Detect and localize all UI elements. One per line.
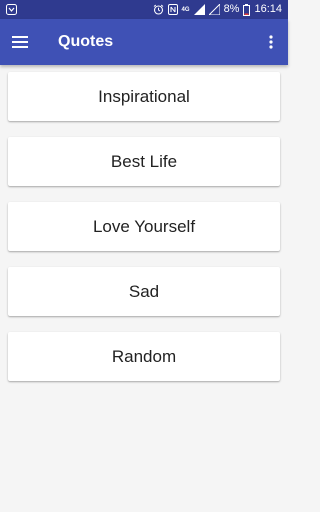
category-card-sad[interactable]: Sad <box>8 267 280 316</box>
signal-icon <box>193 4 205 15</box>
category-card-random[interactable]: Random <box>8 332 280 381</box>
more-vert-icon <box>269 35 273 49</box>
nfc-icon <box>167 4 178 15</box>
clock: 16:14 <box>254 3 282 15</box>
category-label: Love Yourself <box>92 216 196 236</box>
menu-button[interactable] <box>1 19 39 65</box>
alarm-icon <box>153 4 164 15</box>
category-label: Inspirational <box>98 86 190 106</box>
category-list: Inspirational Best Life Love Yourself Sa… <box>8 72 280 397</box>
battery-icon <box>243 3 251 16</box>
category-label: Sad <box>128 281 160 301</box>
hamburger-menu-icon <box>12 36 28 48</box>
wifi-off-icon <box>208 4 220 15</box>
category-label: Random <box>111 346 177 366</box>
app-notification-icon <box>6 4 17 15</box>
app-title: Quotes <box>58 33 114 50</box>
status-bar: 4G 8% 16:14 <box>0 0 288 19</box>
category-card-best-life[interactable]: Best Life <box>8 137 280 186</box>
category-card-inspirational[interactable]: Inspirational <box>8 72 280 121</box>
network-type-label: 4G <box>181 6 190 13</box>
app-bar: Quotes <box>0 19 288 65</box>
overflow-menu-button[interactable] <box>254 19 288 65</box>
category-card-love-yourself[interactable]: Love Yourself <box>8 202 280 251</box>
battery-percent: 8% <box>223 3 240 15</box>
category-label: Best Life <box>110 151 178 171</box>
